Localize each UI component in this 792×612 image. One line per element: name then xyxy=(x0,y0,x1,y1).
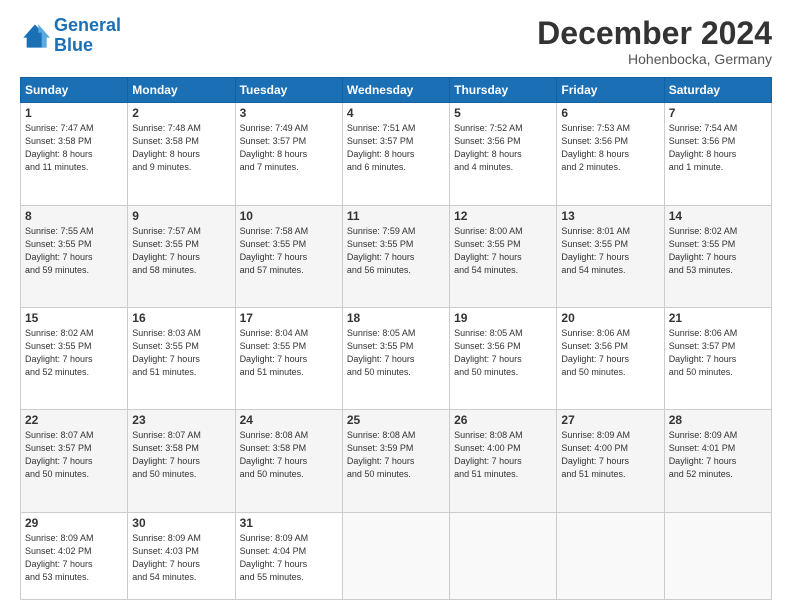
table-row: 31Sunrise: 8:09 AMSunset: 4:04 PMDayligh… xyxy=(235,512,342,600)
table-row: 22Sunrise: 8:07 AMSunset: 3:57 PMDayligh… xyxy=(21,410,128,512)
table-row: 10Sunrise: 7:58 AMSunset: 3:55 PMDayligh… xyxy=(235,205,342,307)
table-row: 30Sunrise: 8:09 AMSunset: 4:03 PMDayligh… xyxy=(128,512,235,600)
table-row: 25Sunrise: 8:08 AMSunset: 3:59 PMDayligh… xyxy=(342,410,449,512)
table-row xyxy=(450,512,557,600)
header-monday: Monday xyxy=(128,78,235,103)
logo: General Blue xyxy=(20,16,121,56)
header-tuesday: Tuesday xyxy=(235,78,342,103)
table-row: 28Sunrise: 8:09 AMSunset: 4:01 PMDayligh… xyxy=(664,410,771,512)
header: General Blue December 2024 Hohenbocka, G… xyxy=(20,16,772,67)
month-title: December 2024 xyxy=(537,16,772,51)
table-row: 7Sunrise: 7:54 AMSunset: 3:56 PMDaylight… xyxy=(664,103,771,205)
table-row: 9Sunrise: 7:57 AMSunset: 3:55 PMDaylight… xyxy=(128,205,235,307)
logo-general: General xyxy=(54,15,121,35)
table-row: 15Sunrise: 8:02 AMSunset: 3:55 PMDayligh… xyxy=(21,307,128,409)
table-row xyxy=(664,512,771,600)
location: Hohenbocka, Germany xyxy=(537,51,772,67)
table-row: 16Sunrise: 8:03 AMSunset: 3:55 PMDayligh… xyxy=(128,307,235,409)
title-block: December 2024 Hohenbocka, Germany xyxy=(537,16,772,67)
header-friday: Friday xyxy=(557,78,664,103)
table-row xyxy=(342,512,449,600)
logo-blue: Blue xyxy=(54,35,93,55)
table-row: 12Sunrise: 8:00 AMSunset: 3:55 PMDayligh… xyxy=(450,205,557,307)
table-row: 23Sunrise: 8:07 AMSunset: 3:58 PMDayligh… xyxy=(128,410,235,512)
header-thursday: Thursday xyxy=(450,78,557,103)
table-row: 2Sunrise: 7:48 AMSunset: 3:58 PMDaylight… xyxy=(128,103,235,205)
table-row: 13Sunrise: 8:01 AMSunset: 3:55 PMDayligh… xyxy=(557,205,664,307)
logo-icon xyxy=(20,21,50,51)
table-row: 3Sunrise: 7:49 AMSunset: 3:57 PMDaylight… xyxy=(235,103,342,205)
table-row: 27Sunrise: 8:09 AMSunset: 4:00 PMDayligh… xyxy=(557,410,664,512)
table-row: 17Sunrise: 8:04 AMSunset: 3:55 PMDayligh… xyxy=(235,307,342,409)
table-row: 26Sunrise: 8:08 AMSunset: 4:00 PMDayligh… xyxy=(450,410,557,512)
table-row: 4Sunrise: 7:51 AMSunset: 3:57 PMDaylight… xyxy=(342,103,449,205)
table-row: 21Sunrise: 8:06 AMSunset: 3:57 PMDayligh… xyxy=(664,307,771,409)
header-saturday: Saturday xyxy=(664,78,771,103)
header-sunday: Sunday xyxy=(21,78,128,103)
page: General Blue December 2024 Hohenbocka, G… xyxy=(0,0,792,612)
table-row: 18Sunrise: 8:05 AMSunset: 3:55 PMDayligh… xyxy=(342,307,449,409)
header-wednesday: Wednesday xyxy=(342,78,449,103)
calendar-header-row: Sunday Monday Tuesday Wednesday Thursday… xyxy=(21,78,772,103)
table-row: 8Sunrise: 7:55 AMSunset: 3:55 PMDaylight… xyxy=(21,205,128,307)
table-row: 11Sunrise: 7:59 AMSunset: 3:55 PMDayligh… xyxy=(342,205,449,307)
table-row: 29Sunrise: 8:09 AMSunset: 4:02 PMDayligh… xyxy=(21,512,128,600)
calendar: Sunday Monday Tuesday Wednesday Thursday… xyxy=(20,77,772,600)
logo-text: General Blue xyxy=(54,16,121,56)
table-row: 14Sunrise: 8:02 AMSunset: 3:55 PMDayligh… xyxy=(664,205,771,307)
table-row: 6Sunrise: 7:53 AMSunset: 3:56 PMDaylight… xyxy=(557,103,664,205)
table-row: 19Sunrise: 8:05 AMSunset: 3:56 PMDayligh… xyxy=(450,307,557,409)
table-row xyxy=(557,512,664,600)
table-row: 1Sunrise: 7:47 AMSunset: 3:58 PMDaylight… xyxy=(21,103,128,205)
table-row: 24Sunrise: 8:08 AMSunset: 3:58 PMDayligh… xyxy=(235,410,342,512)
table-row: 5Sunrise: 7:52 AMSunset: 3:56 PMDaylight… xyxy=(450,103,557,205)
table-row: 20Sunrise: 8:06 AMSunset: 3:56 PMDayligh… xyxy=(557,307,664,409)
